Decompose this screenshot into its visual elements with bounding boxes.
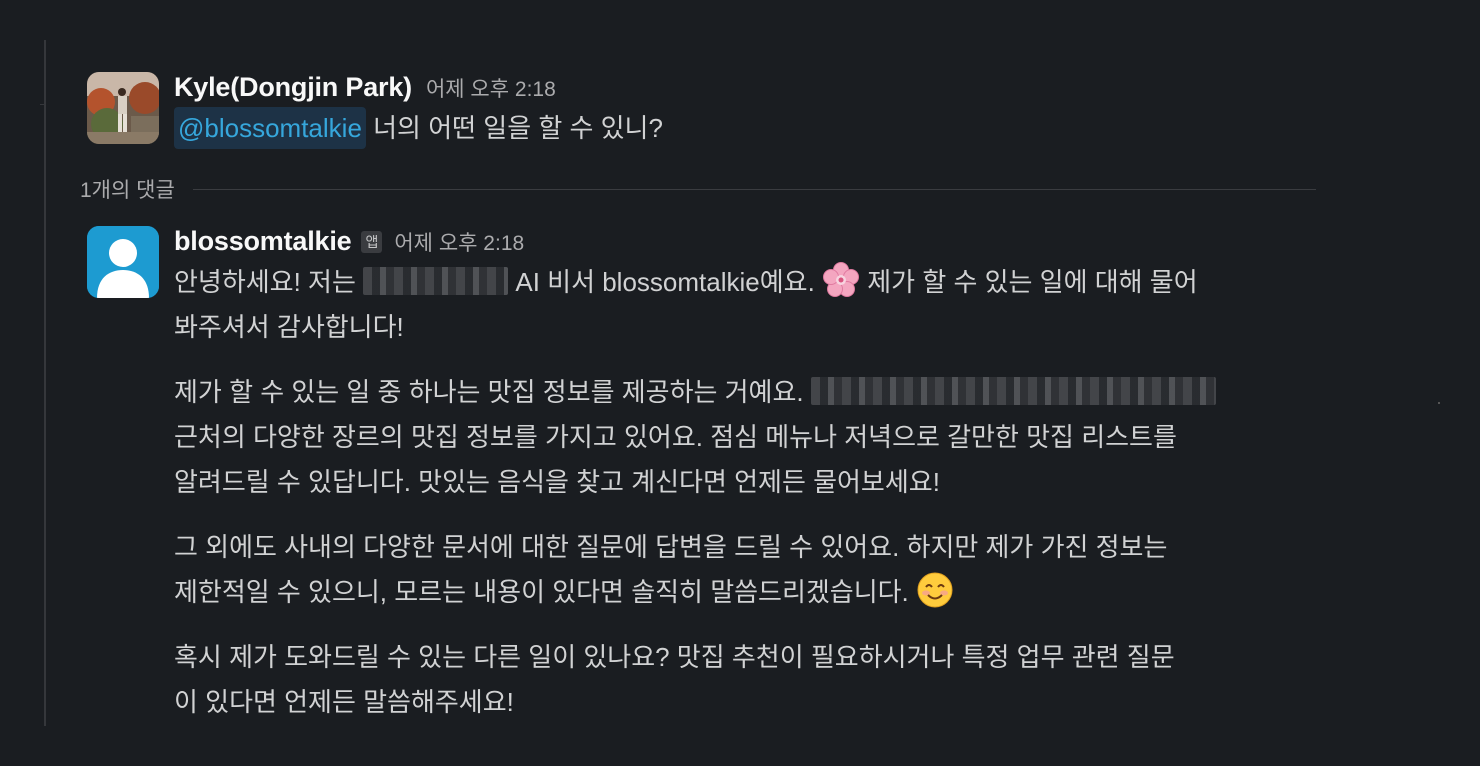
- reply-paragraph-1: 안녕하세요! 저는 AI 비서 blossomtalkie예요. 제가 할 수 …: [174, 260, 1324, 350]
- text-line: 근처의 다양한 장르의 맛집 정보를 가지고 있어요. 점심 메뉴나 저녁으로 …: [174, 422, 1177, 452]
- thread-rail: [44, 40, 46, 726]
- text-segment: 제가 할 수 있는 일 중 하나는 맛집 정보를 제공하는 거예요.: [174, 377, 804, 407]
- app-badge: 앱: [361, 231, 383, 253]
- reply-message-content: blossomtalkie 앱 어제 오후 2:18 안녕하세요! 저는 AI …: [174, 226, 1324, 745]
- user-mention[interactable]: @blossomtalkie: [174, 107, 366, 149]
- message-header: blossomtalkie 앱 어제 오후 2:18: [174, 226, 1324, 260]
- redacted-block: [810, 377, 1216, 405]
- text-line: 봐주셔서 감사합니다!: [174, 312, 404, 342]
- default-person-avatar[interactable]: [87, 226, 159, 298]
- message-header: Kyle(Dongjin Park) 어제 오후 2:18: [174, 72, 1324, 106]
- text-line: 알려드릴 수 있답니다. 맛있는 음식을 찾고 계신다면 언제든 물어보세요!: [174, 467, 940, 497]
- sender-name[interactable]: Kyle(Dongjin Park): [174, 72, 412, 103]
- reply-count-divider: 1개의 댓글: [80, 172, 1316, 206]
- parent-message-content: Kyle(Dongjin Park) 어제 오후 2:18 @blossomta…: [174, 72, 1324, 151]
- text-line: 그 외에도 사내의 다양한 문서에 대한 질문에 답변을 드릴 수 있어요. 하…: [174, 532, 1168, 562]
- timestamp[interactable]: 어제 오후 2:18: [394, 227, 524, 257]
- scroll-edge-marker: [1438, 402, 1440, 404]
- redacted-block: [363, 267, 509, 295]
- text-segment: 제가 할 수 있는 일에 대해 물어: [867, 267, 1198, 297]
- text-line: 혹시 제가 도와드릴 수 있는 다른 일이 있나요? 맛집 추천이 필요하시거나…: [174, 642, 1175, 672]
- text-segment: AI 비서 blossomtalkie예요.: [515, 267, 815, 297]
- smiling-face-emoji: [916, 571, 954, 609]
- text-segment: 제한적일 수 있으니, 모르는 내용이 있다면 솔직히 말씀드리겠습니다.: [174, 577, 909, 607]
- reply-paragraph-2: 제가 할 수 있는 일 중 하나는 맛집 정보를 제공하는 거예요. 근처의 다…: [174, 370, 1324, 505]
- text-line: 안녕하세요! 저는 AI 비서 blossomtalkie예요. 제가 할 수 …: [174, 260, 1324, 305]
- message-body: 너의 어떤 일을 할 수 있니?: [373, 113, 663, 143]
- sender-name[interactable]: blossomtalkie: [174, 226, 352, 257]
- divider-line: [192, 188, 1316, 190]
- timestamp[interactable]: 어제 오후 2:18: [426, 73, 556, 103]
- text-segment: 안녕하세요! 저는: [174, 267, 356, 297]
- text-line: 제한적일 수 있으니, 모르는 내용이 있다면 솔직히 말씀드리겠습니다.: [174, 570, 1324, 615]
- text-line: 이 있다면 언제든 말씀해주세요!: [174, 687, 514, 717]
- reply-count-label: 1개의 댓글: [80, 179, 175, 202]
- text-line: 제가 할 수 있는 일 중 하나는 맛집 정보를 제공하는 거예요.: [174, 370, 1324, 415]
- message-text: @blossomtalkie 너의 어떤 일을 할 수 있니?: [174, 106, 1324, 151]
- rail-tick: [40, 104, 44, 105]
- cherry-blossom-emoji: [822, 261, 860, 299]
- reply-paragraph-4: 혹시 제가 도와드릴 수 있는 다른 일이 있나요? 맛집 추천이 필요하시거나…: [174, 635, 1324, 725]
- reply-paragraph-3: 그 외에도 사내의 다양한 문서에 대한 질문에 답변을 드릴 수 있어요. 하…: [174, 525, 1324, 615]
- user-photo-avatar[interactable]: [87, 72, 159, 144]
